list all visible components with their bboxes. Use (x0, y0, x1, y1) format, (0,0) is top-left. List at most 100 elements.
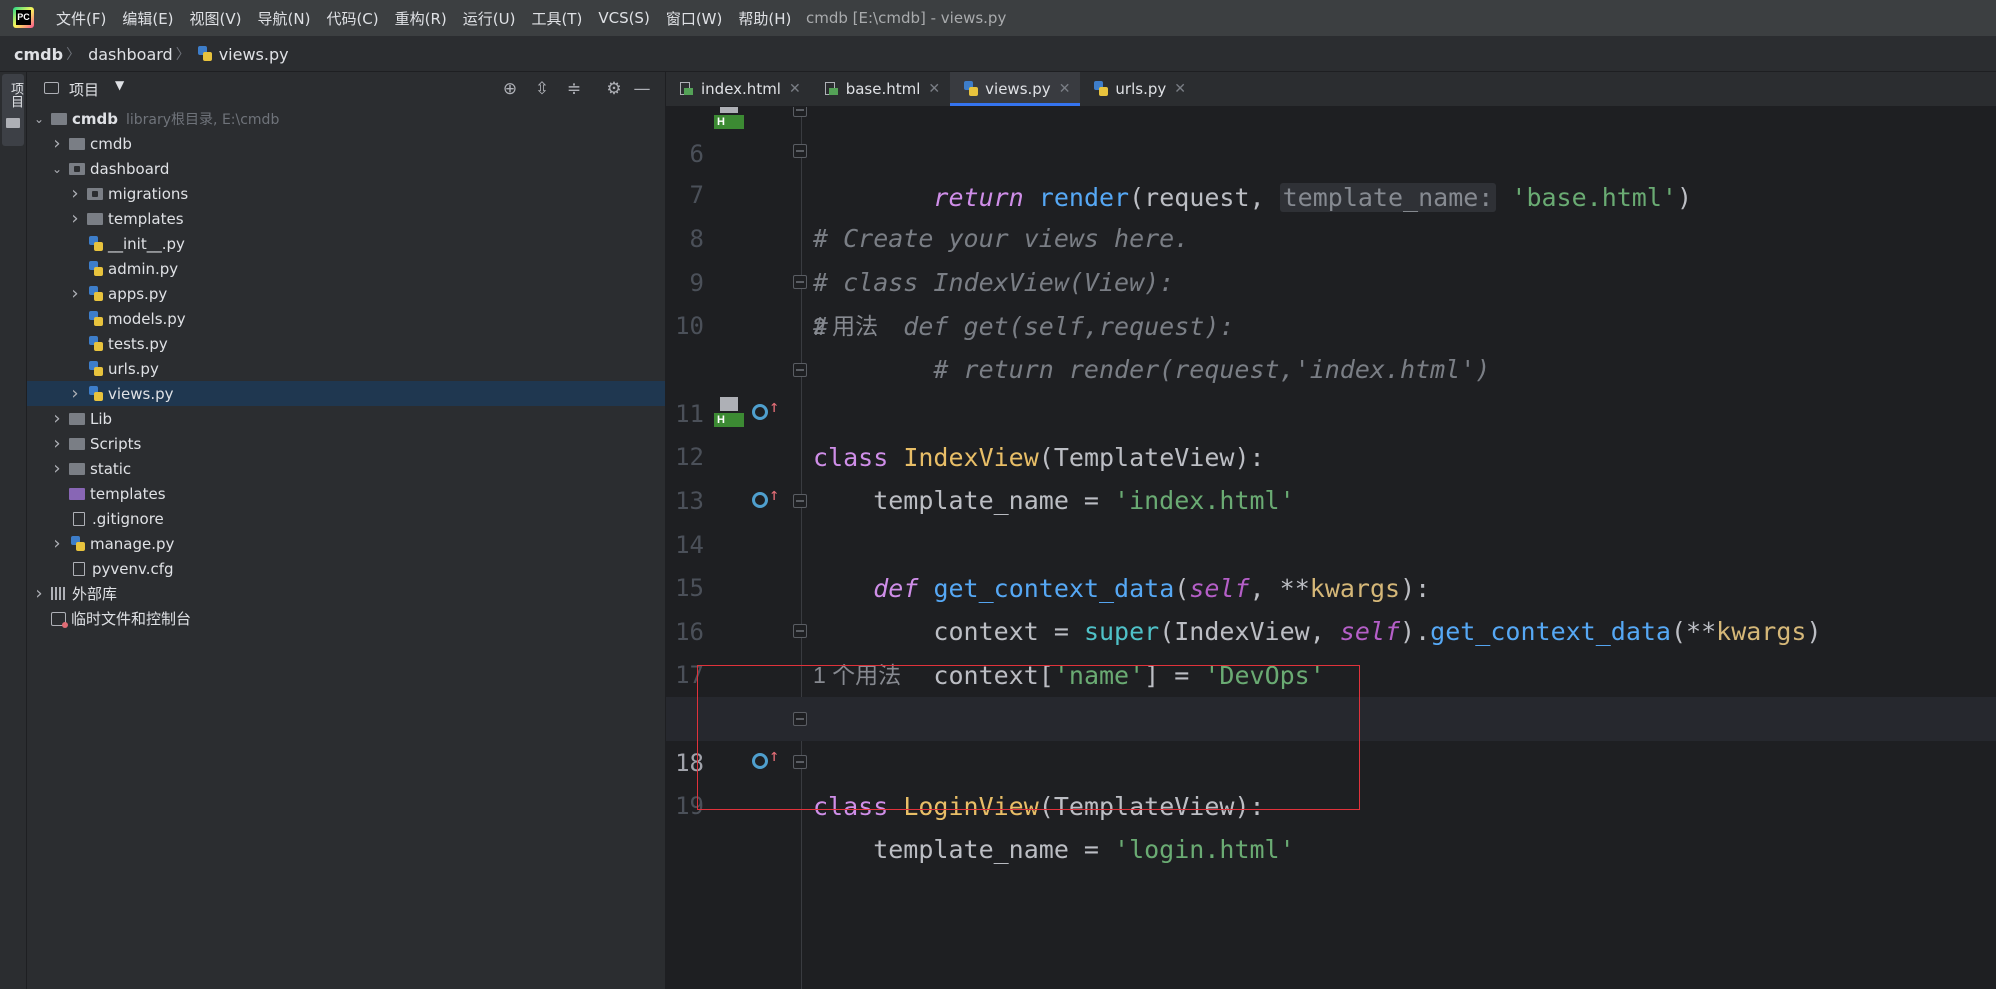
html-file-icon (824, 81, 839, 97)
tree-item-label: static (90, 459, 132, 478)
tree-item[interactable]: templates (27, 481, 665, 506)
tree-item[interactable]: pyvenv.cfg (27, 556, 665, 581)
close-icon[interactable]: ✕ (928, 81, 940, 97)
expand-all-icon[interactable]: ⇳ (531, 78, 553, 100)
project-tool-window-button[interactable]: 项目 (2, 74, 24, 146)
chevron-right-icon[interactable]: › (31, 584, 47, 602)
chevron-right-icon[interactable]: › (49, 409, 65, 427)
code-line[interactable]: 12 template_name = 'index.html' (666, 391, 1996, 515)
python-file-icon (89, 310, 103, 327)
fold-marker-icon[interactable] (793, 624, 807, 638)
minimize-icon[interactable]: — (631, 78, 653, 100)
code-line[interactable]: 10 # return render(request,'index.html') (666, 260, 1996, 384)
tree-item[interactable]: › manage.py (27, 531, 665, 556)
line-number: 10 (675, 312, 704, 340)
project-tool-label: 项目 (8, 82, 23, 108)
tab-base-html[interactable]: base.html ✕ (811, 72, 950, 106)
file-icon (73, 561, 85, 576)
fold-marker-icon[interactable] (793, 363, 807, 377)
tree-item[interactable]: models.py (27, 306, 665, 331)
tree-item-label: dashboard (90, 159, 170, 178)
tab-index-html[interactable]: index.html ✕ (666, 72, 811, 106)
chevron-right-icon[interactable]: › (67, 284, 83, 302)
chevron-down-icon[interactable]: ▼ (115, 78, 124, 92)
menu-file[interactable]: 文件(F) (56, 8, 106, 29)
menu-refactor[interactable]: 重构(R) (395, 8, 447, 29)
tree-item-label: templates (108, 209, 184, 228)
tree-item[interactable]: __init__.py (27, 231, 665, 256)
tree-item[interactable]: tests.py (27, 331, 665, 356)
code-text: template_name = 'login.html' (813, 835, 1295, 864)
breadcrumb-folder[interactable]: dashboard (88, 45, 173, 64)
menu-navigate[interactable]: 导航(N) (258, 8, 311, 29)
chevron-right-icon[interactable]: › (49, 534, 65, 552)
chevron-right-icon[interactable]: › (49, 434, 65, 452)
menu-edit[interactable]: 编辑(E) (122, 8, 173, 29)
override-gutter-icon[interactable]: ↑ (752, 399, 780, 423)
python-file-icon (89, 235, 103, 252)
menu-vcs[interactable]: VCS(S) (598, 9, 649, 27)
chevron-down-icon[interactable]: ⌄ (49, 161, 65, 177)
tree-item-label: admin.py (108, 259, 179, 278)
menu-window[interactable]: 窗口(W) (666, 8, 723, 29)
tab-views-py[interactable]: views.py ✕ (950, 72, 1081, 106)
chevron-down-icon[interactable]: ⌄ (31, 111, 47, 127)
menu-help[interactable]: 帮助(H) (738, 8, 791, 29)
chevron-right-icon[interactable]: › (67, 184, 83, 202)
menu-code[interactable]: 代码(C) (326, 8, 378, 29)
chevron-right-icon[interactable]: › (49, 134, 65, 152)
tree-item[interactable]: › static (27, 456, 665, 481)
menu-tools[interactable]: 工具(T) (531, 8, 582, 29)
tree-item[interactable]: › templates (27, 206, 665, 231)
tab-label: index.html (701, 80, 781, 98)
code-line[interactable]: 17 return context (666, 609, 1996, 733)
breadcrumb-project[interactable]: cmdb (14, 45, 63, 64)
locate-icon[interactable]: ⊕ (499, 78, 521, 100)
menu-view[interactable]: 视图(V) (190, 8, 242, 29)
fold-marker-icon[interactable] (793, 494, 807, 508)
html-template-gutter-icon[interactable]: H (714, 107, 744, 133)
tab-urls-py[interactable]: urls.py ✕ (1080, 72, 1196, 106)
chevron-right-icon[interactable]: › (67, 384, 83, 402)
usage-hint[interactable]: 2 用法 (813, 304, 878, 348)
tree-item[interactable]: ⌄ cmdb library根目录, E:\cmdb (27, 106, 665, 131)
code-editor[interactable]: 6 return render(request, template_name: … (666, 107, 1996, 989)
tree-item[interactable]: › 外部库 (27, 581, 665, 606)
tree-item[interactable]: › Scripts (27, 431, 665, 456)
code-line[interactable]: 13 (666, 435, 1996, 515)
fold-marker-icon[interactable] (793, 144, 807, 158)
code-line[interactable]: 7 # Create your views here. (666, 129, 1996, 253)
tree-item[interactable]: ⌄ dashboard (27, 156, 665, 181)
code-line[interactable]: 15 context = super(IndexView, self).get_… (666, 522, 1996, 646)
tree-item[interactable]: .gitignore (27, 506, 665, 531)
code-line[interactable]: 8 # class IndexView(View): (666, 173, 1996, 297)
chevron-right-icon[interactable]: › (49, 459, 65, 477)
tree-item-label: tests.py (108, 334, 168, 353)
close-icon[interactable]: ✕ (1174, 81, 1186, 97)
tree-item[interactable]: urls.py (27, 356, 665, 381)
code-line[interactable]: 9 # def get(self,request): (666, 217, 1996, 341)
tree-item[interactable]: › Lib (27, 406, 665, 431)
chevron-right-icon[interactable]: › (67, 209, 83, 227)
pycharm-logo-icon[interactable]: PC (13, 7, 34, 28)
tree-item[interactable]: admin.py (27, 256, 665, 281)
html-template-gutter-icon[interactable]: H (714, 397, 744, 431)
code-line[interactable]: 16 context['name'] = 'DevOps' (666, 566, 1996, 690)
fold-marker-icon[interactable] (793, 107, 807, 117)
breadcrumb-file[interactable]: views.py (219, 45, 289, 64)
code-line[interactable]: 11 class IndexView(TemplateView): (666, 348, 1996, 472)
tree-item[interactable]: › apps.py (27, 281, 665, 306)
tree-item[interactable]: › cmdb (27, 131, 665, 156)
fold-marker-icon[interactable] (793, 275, 807, 289)
tree-item[interactable]: › migrations (27, 181, 665, 206)
tree-item[interactable]: › views.py (27, 381, 665, 406)
tree-item-label: cmdb (72, 109, 118, 128)
menu-run[interactable]: 运行(U) (463, 8, 516, 29)
close-icon[interactable]: ✕ (789, 81, 801, 97)
collapse-all-icon[interactable]: ≑ (563, 78, 585, 100)
gear-icon[interactable]: ⚙ (603, 78, 625, 100)
close-icon[interactable]: ✕ (1059, 81, 1071, 97)
override-gutter-icon[interactable]: ↑ (752, 487, 780, 511)
tree-item[interactable]: 临时文件和控制台 (27, 606, 665, 631)
code-line[interactable]: 14 def get_context_data(self, **kwargs): (666, 479, 1996, 603)
